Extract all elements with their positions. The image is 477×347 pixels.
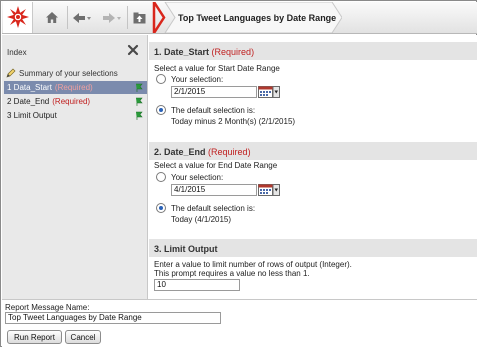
message-name-input[interactable]: Top Tweet Languages by Date Range: [5, 312, 221, 324]
end-date-input[interactable]: 4/1/2015: [171, 184, 257, 196]
summary-link[interactable]: Summary of your selections: [6, 68, 118, 78]
forward-button[interactable]: [98, 2, 126, 33]
required-badge: (Required): [211, 47, 255, 57]
back-arrow-icon: [73, 12, 91, 23]
prompt-content: 1. Date_Start (Required) Select a value …: [149, 35, 477, 299]
section-header-date-end: 2. Date_End (Required): [149, 142, 477, 160]
folder-up-icon: [133, 12, 145, 23]
limit-output-input[interactable]: 10: [154, 279, 240, 291]
your-selection-radio[interactable]: [156, 74, 166, 84]
report-prompt-window: Top Tweet Languages by Date Range Index …: [0, 0, 477, 347]
report-footer: Report Message Name: Top Tweet Languages…: [2, 299, 477, 347]
calendar-icon[interactable]: [258, 86, 280, 98]
index-title: Index: [7, 48, 27, 57]
forward-arrow-icon: [103, 12, 121, 23]
index-pane: Index Summary of your selections 1 Data_…: [2, 35, 148, 299]
up-folder-button[interactable]: [128, 2, 150, 33]
pencil-icon: [6, 68, 16, 78]
instruction-text: Enter a value to limit number of rows of…: [154, 260, 352, 269]
section-title: 2. Date_End (Required): [154, 147, 251, 157]
your-selection-radio[interactable]: [156, 172, 166, 182]
toolbar: Top Tweet Languages by Date Range: [2, 2, 477, 34]
index-item-date-start[interactable]: 1 Data_Start (Required): [4, 81, 147, 94]
start-date-input[interactable]: 2/1/2015: [171, 86, 257, 98]
run-report-button[interactable]: Run Report: [7, 330, 62, 344]
required-badge: (Required): [54, 83, 93, 92]
default-selection-label: The default selection is:: [171, 204, 256, 213]
instruction-text: Select a value for Start Date Range: [154, 64, 280, 73]
cancel-button[interactable]: Cancel: [65, 330, 101, 344]
message-name-label: Report Message Name:: [5, 303, 90, 312]
section-title: 1. Date_Start (Required): [154, 47, 254, 57]
default-selection-value: Today (4/1/2015): [171, 215, 232, 224]
your-selection-label: Your selection:: [171, 75, 224, 84]
calendar-icon[interactable]: [258, 184, 280, 196]
section-title: 3. Limit Output: [154, 244, 218, 254]
summary-label: Summary of your selections: [19, 68, 118, 78]
section-header-date-start: 1. Date_Start (Required): [149, 42, 477, 60]
default-selection-radio[interactable]: [156, 105, 166, 115]
index-item-label: 2 Date_End: [7, 97, 50, 106]
back-button[interactable]: [68, 2, 96, 33]
flag-icon: [136, 97, 143, 106]
section-title-text: 1. Date_Start: [154, 47, 210, 57]
home-icon: [46, 12, 58, 23]
flag-icon: [136, 83, 143, 92]
index-item-label: 3 Limit Output: [7, 111, 57, 120]
required-badge: (Required): [52, 97, 91, 106]
close-index-icon[interactable]: [126, 43, 140, 57]
index-item-limit-output[interactable]: 3 Limit Output: [4, 109, 147, 122]
breadcrumb: Top Tweet Languages by Date Range: [152, 2, 342, 33]
app-logo-icon: [3, 2, 33, 33]
default-selection-label: The default selection is:: [171, 106, 256, 115]
section-header-limit-output: 3. Limit Output: [149, 239, 477, 257]
default-selection-radio[interactable]: [156, 203, 166, 213]
section-title-text: 2. Date_End: [154, 147, 206, 157]
home-button[interactable]: [38, 2, 66, 33]
instruction-text: Select a value for End Date Range: [154, 161, 278, 170]
index-item-label: 1 Data_Start: [7, 83, 52, 92]
instruction-text: This prompt requires a value no less tha…: [154, 269, 310, 278]
flag-icon: [136, 111, 143, 120]
breadcrumb-report-title[interactable]: Top Tweet Languages by Date Range: [178, 13, 336, 23]
default-selection-value: Today minus 2 Month(s) (2/1/2015): [171, 117, 296, 126]
index-item-date-end[interactable]: 2 Date_End (Required): [4, 95, 147, 108]
required-badge: (Required): [208, 147, 251, 157]
your-selection-label: Your selection:: [171, 173, 224, 182]
